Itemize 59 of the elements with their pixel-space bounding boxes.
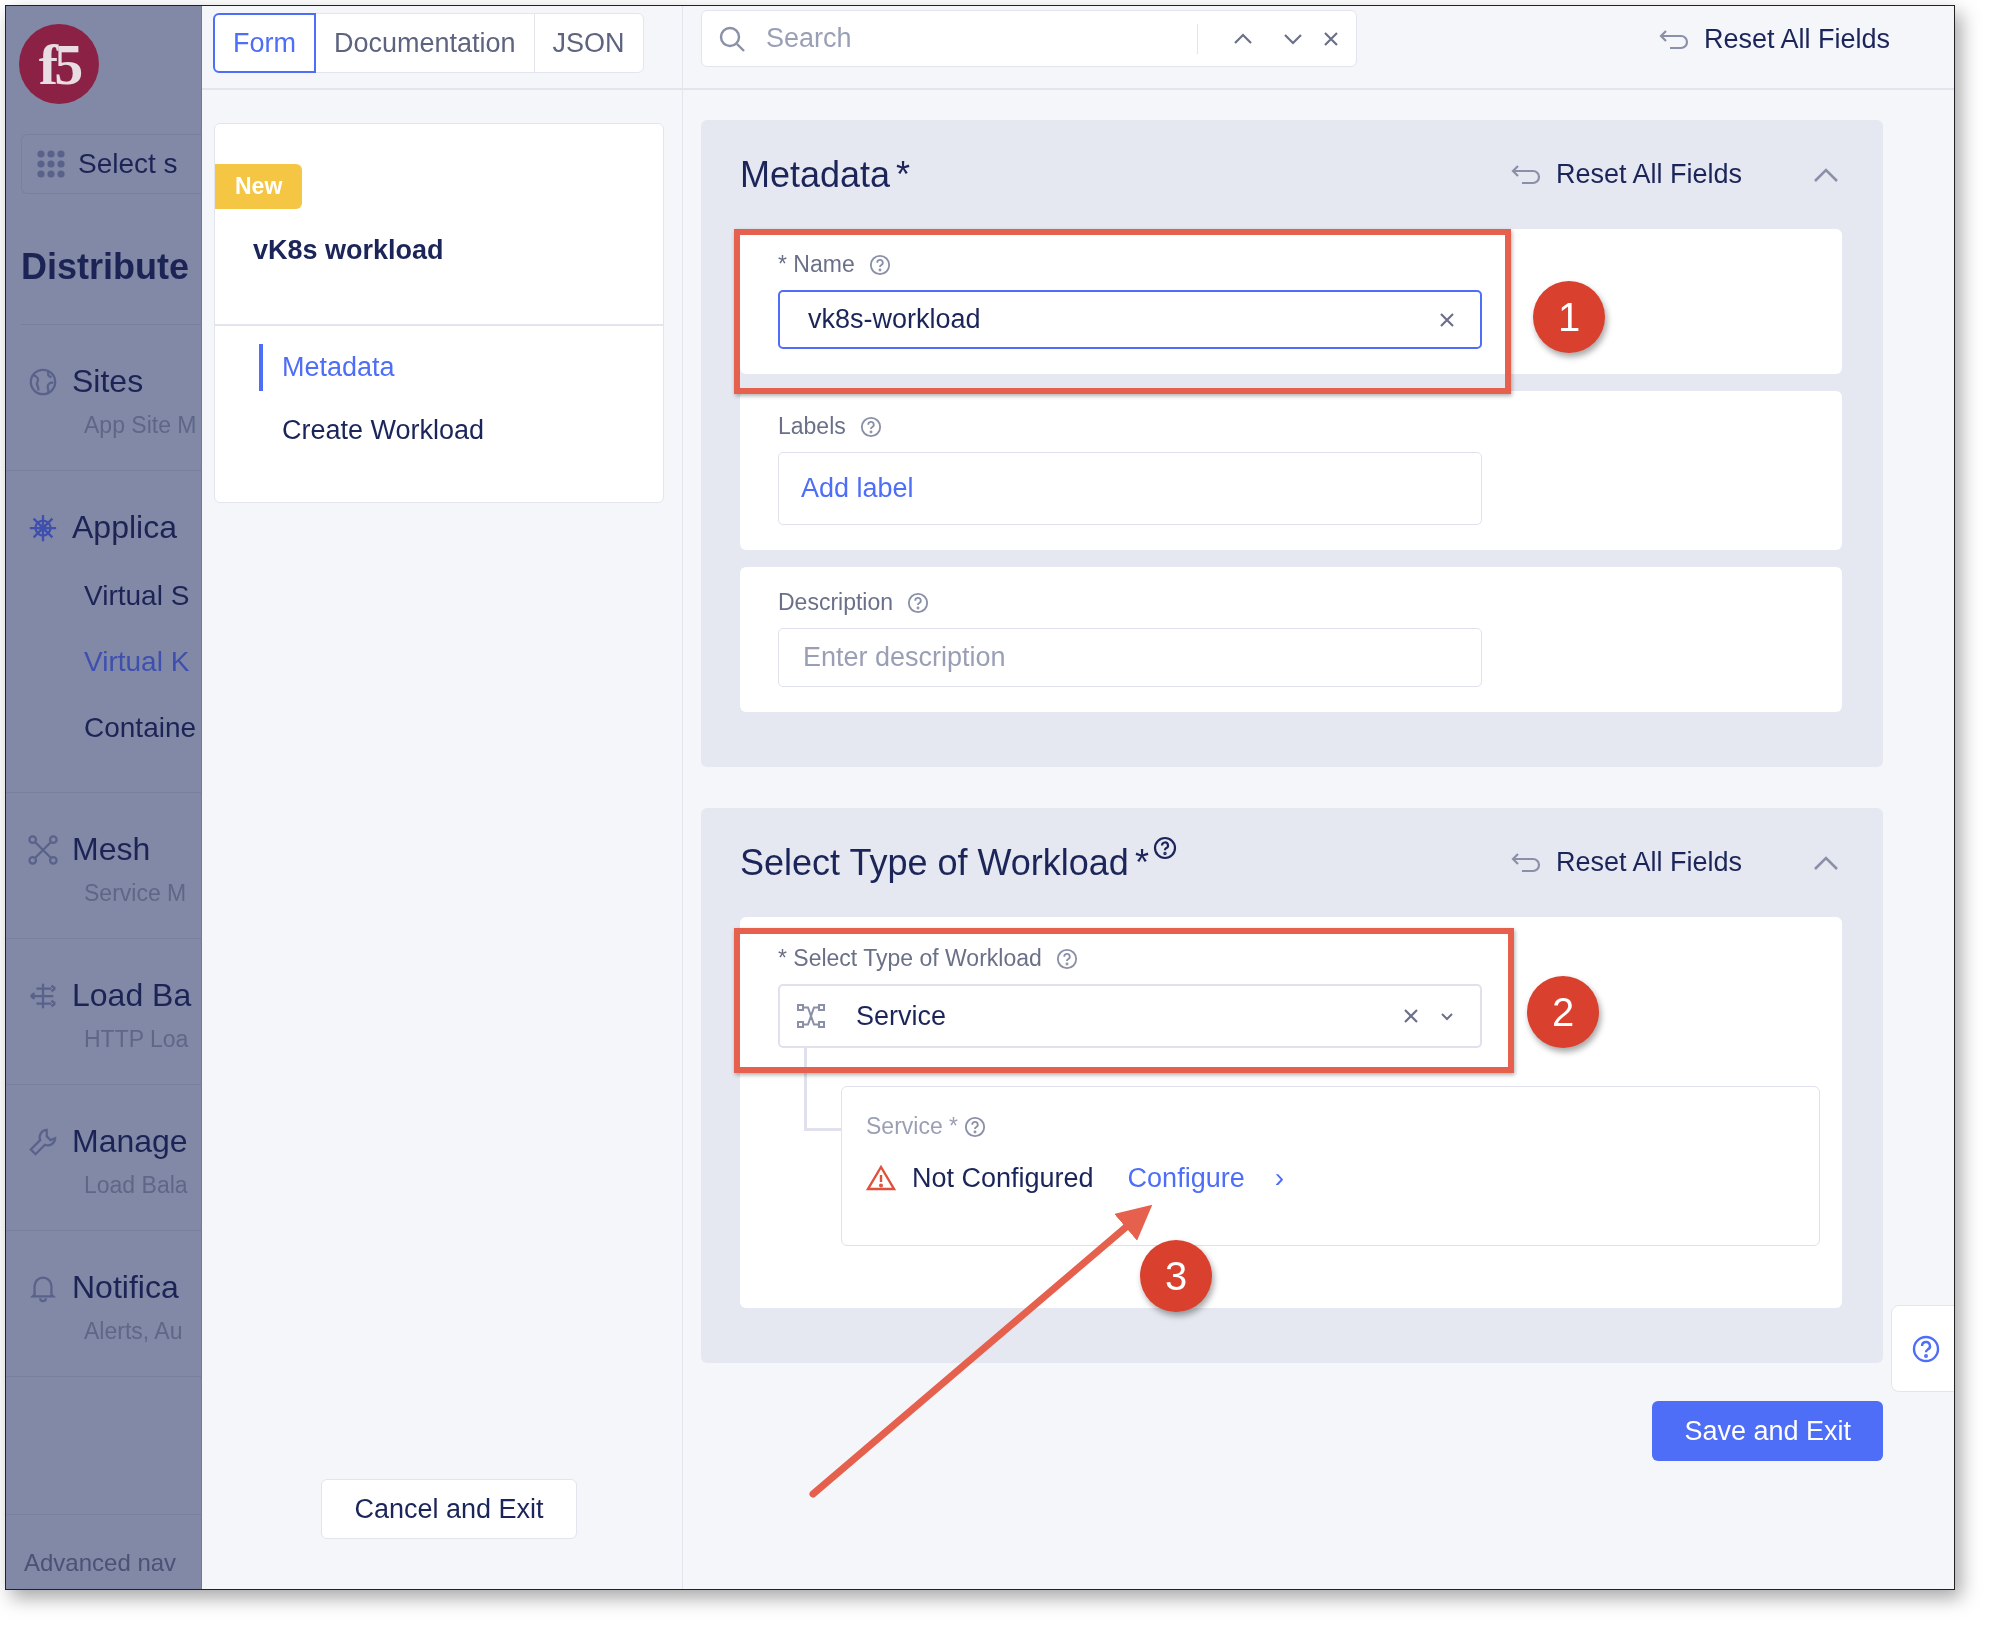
workspace-select[interactable]: Select s <box>21 134 201 194</box>
workload-type-select[interactable]: Service <box>778 984 1482 1048</box>
help-bubble[interactable] <box>1891 1305 1954 1392</box>
tab[interactable]: Documentation <box>315 13 535 73</box>
section-title: Select Type of Workload <box>740 841 1129 884</box>
nav-item[interactable]: Containe <box>6 712 201 744</box>
nodes-icon <box>28 834 58 865</box>
name-input[interactable]: vk8s-workload <box>778 290 1482 349</box>
new-badge: New <box>215 164 303 209</box>
configure-link[interactable]: Configure <box>1127 1162 1245 1194</box>
search-field[interactable]: Search <box>701 10 1357 67</box>
form-nav-item[interactable]: Metadata <box>259 344 663 391</box>
field-label: * Name <box>778 251 855 278</box>
field-label: Service * <box>866 1113 959 1140</box>
description-input[interactable]: Enter description <box>778 628 1482 687</box>
undo-icon <box>1509 162 1542 187</box>
grid-icon <box>36 149 66 179</box>
clear-icon[interactable] <box>1402 1007 1420 1025</box>
add-label-link[interactable]: Add label <box>801 473 914 504</box>
sidebar-title: Distribute <box>21 246 201 325</box>
save-button[interactable]: Save and Exit <box>1652 1401 1883 1461</box>
logo: f5 <box>19 24 99 104</box>
field-label: * Select Type of Workload <box>778 945 1042 972</box>
reset-all-fields-link[interactable]: Reset All Fields <box>1703 24 1890 55</box>
search-input[interactable]: Search <box>764 22 1179 55</box>
warning-icon <box>866 1164 896 1192</box>
cancel-button[interactable]: Cancel and Exit <box>321 1479 577 1539</box>
status-text: Not Configured <box>912 1162 1094 1194</box>
nav-group-title[interactable]: Notifica <box>72 1269 179 1306</box>
undo-icon <box>1657 27 1690 52</box>
close-icon[interactable] <box>1322 29 1340 48</box>
form-nav-item[interactable]: Create Workload <box>259 407 663 454</box>
search-icon <box>718 24 746 53</box>
section-title: Metadata <box>740 153 891 196</box>
globe-icon <box>28 366 58 397</box>
tab[interactable]: JSON <box>533 13 644 73</box>
field-label: Description <box>778 589 894 616</box>
form-title: vK8s workload <box>215 209 663 326</box>
help-icon[interactable] <box>1152 835 1177 860</box>
nav-group-title[interactable]: Sites <box>72 363 144 400</box>
clear-icon[interactable] <box>1438 310 1456 329</box>
nav-group-title[interactable]: Mesh <box>72 831 151 868</box>
nav-item[interactable]: Virtual S <box>6 580 201 612</box>
chevron-right[interactable]: › <box>1274 1162 1284 1194</box>
required-mark: * <box>1134 841 1149 884</box>
wheel-icon <box>28 512 58 543</box>
undo-icon <box>1509 850 1542 875</box>
field-label: Labels <box>778 413 846 440</box>
required-mark: * <box>896 153 911 196</box>
wrench-icon <box>28 1126 58 1157</box>
nav-group-title[interactable]: Load Ba <box>72 977 192 1014</box>
labels-field[interactable]: Add label <box>778 452 1482 525</box>
reset-all-fields-link[interactable]: Reset All Fields <box>1555 159 1742 190</box>
help-icon <box>1911 1333 1941 1364</box>
nav-group-title[interactable]: Applica <box>72 509 177 546</box>
nav-group-title[interactable]: Manage <box>72 1123 188 1160</box>
tab[interactable]: Form <box>213 13 316 73</box>
topology-icon <box>796 1003 826 1029</box>
reset-all-fields-link[interactable]: Reset All Fields <box>1555 847 1742 878</box>
